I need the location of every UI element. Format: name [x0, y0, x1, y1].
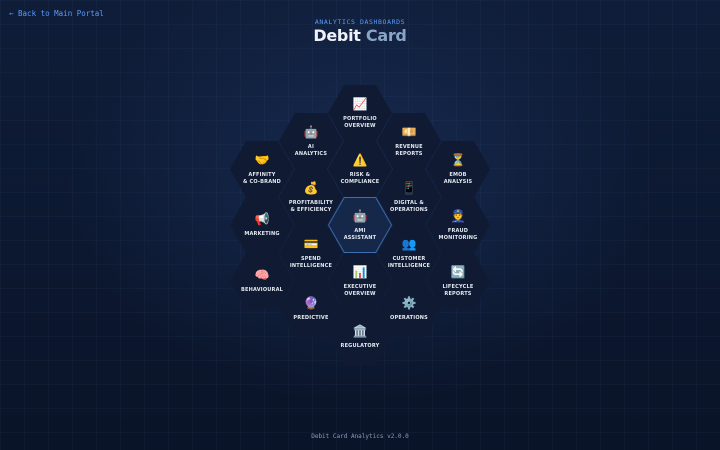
hex-tile-label: FRAUD MONITORING [438, 228, 478, 241]
page-title-accent: Card [365, 26, 407, 45]
mobile-phone-icon: 📱 [401, 181, 417, 195]
gear-icon: ⚙️ [401, 296, 417, 311]
hex-tile-label: EMOB ANALYSIS [443, 172, 473, 185]
banknote-icon: 💴 [401, 125, 417, 139]
hex-tile-label: OPERATIONS [390, 315, 428, 322]
people-icon: 👥 [401, 237, 417, 251]
chart-increasing-icon: 📈 [352, 97, 368, 111]
classical-building-icon: 🏛️ [352, 324, 368, 339]
hex-tile-label: DIGITAL & OPERATIONS [390, 200, 428, 213]
credit-card-icon: 💳 [303, 237, 319, 251]
handshake-icon: 🤝 [254, 153, 270, 167]
hex-tile-label: AFFINITY & CO-BRAND [242, 172, 282, 185]
brain-icon: 🧠 [254, 268, 270, 283]
page-title-main: Debit [313, 26, 361, 45]
hex-tile-content: 🤖 AMI ASSISTANT [329, 198, 391, 252]
hex-tile-label: AI ANALYTICS [294, 144, 328, 157]
warning-icon: ⚠️ [352, 153, 368, 167]
hex-tile-label: BEHAVIOURAL [240, 287, 284, 294]
hex-tile-label: RISK & COMPLIANCE [340, 172, 380, 185]
megaphone-icon: 📢 [254, 212, 270, 227]
hex-tile-label: PREDICTIVE [293, 315, 329, 322]
robot-icon: 🤖 [303, 125, 319, 139]
refresh-icon: 🔄 [450, 265, 466, 279]
hex-tile-label: REVENUE REPORTS [395, 144, 423, 157]
section-eyebrow: ANALYTICS DASHBOARDS [314, 18, 406, 26]
hex-tile-label: PORTFOLIO OVERVIEW [343, 116, 377, 129]
money-bag-icon: 💰 [303, 181, 319, 195]
hex-tile-label: LIFECYCLE REPORTS [442, 284, 474, 297]
footer-version: Debit Card Analytics v2.0.0 [311, 433, 409, 440]
hex-tile-label: SPEND INTELLIGENCE [289, 256, 333, 269]
hourglass-icon: ⏳ [450, 153, 466, 167]
hex-tile-label: REGULATORY [340, 343, 380, 350]
robot-icon: 🤖 [352, 209, 368, 223]
hex-tile-label: MARKETING [244, 231, 280, 238]
hex-tile-label: AMI ASSISTANT [343, 228, 377, 241]
hex-tile-label: PROFITABILITY & EFFICIENCY [288, 200, 334, 213]
police-officer-icon: 👮 [450, 209, 466, 223]
page-title: Debit Card [0, 26, 720, 45]
hex-tile-label: EXECUTIVE OVERVIEW [343, 284, 377, 297]
back-to-main-portal-link[interactable]: ← Back to Main Portal [9, 9, 104, 18]
hex-tile-label: CUSTOMER INTELLIGENCE [387, 256, 431, 269]
bar-chart-icon: 📊 [352, 265, 368, 279]
crystal-ball-icon: 🔮 [303, 296, 319, 311]
